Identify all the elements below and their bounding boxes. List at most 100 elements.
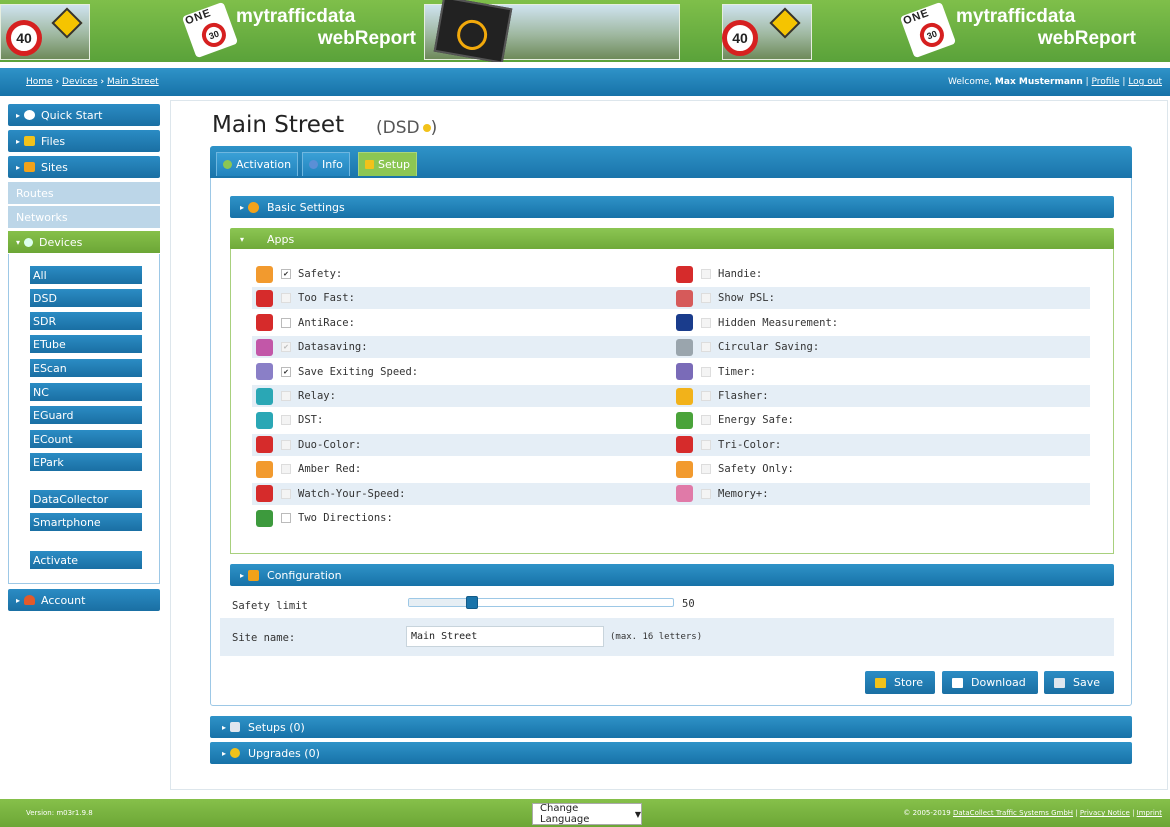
company-link[interactable]: DataCollect Traffic Systems GmbH bbox=[953, 809, 1073, 817]
zone-speed: 30 bbox=[916, 19, 948, 51]
brand-logo: mytrafficdata webReport bbox=[956, 6, 1136, 50]
store-button[interactable]: Store bbox=[865, 671, 935, 694]
device-filter-epark[interactable]: EPark bbox=[30, 453, 142, 471]
brand-line-2: webReport bbox=[1037, 28, 1136, 49]
tab-label: Info bbox=[322, 158, 343, 171]
device-filter-nc[interactable]: NC bbox=[30, 383, 142, 401]
basic-settings-header[interactable]: ▸ Basic Settings bbox=[230, 196, 1114, 218]
save-button[interactable]: Save bbox=[1044, 671, 1114, 694]
device-filter-etube[interactable]: ETube bbox=[30, 335, 142, 353]
sidebar-item-routes[interactable]: Routes bbox=[8, 182, 160, 204]
device-type: (DSD) bbox=[376, 118, 437, 138]
apps-row-stripe bbox=[252, 433, 1090, 456]
quick-start-icon bbox=[24, 110, 36, 120]
download-button[interactable]: Download bbox=[942, 671, 1038, 694]
sidebar-item-networks[interactable]: Networks bbox=[8, 206, 160, 228]
app-checkbox[interactable] bbox=[281, 513, 291, 523]
expand-arrow-icon: ▸ bbox=[16, 162, 21, 172]
slider-handle[interactable] bbox=[466, 596, 479, 609]
app-label: Watch-Your-Speed: bbox=[298, 487, 406, 500]
app-item: Memory+: bbox=[676, 484, 769, 504]
device-filter-all[interactable]: All bbox=[30, 266, 142, 284]
breadcrumb-separator: › bbox=[55, 77, 60, 87]
activate-button[interactable]: Activate bbox=[30, 551, 142, 569]
section-label: Setups (0) bbox=[248, 720, 305, 734]
tab-activation[interactable]: Activation bbox=[216, 152, 299, 176]
brand-line-1: mytrafficdata bbox=[236, 6, 356, 27]
tri-color-icon bbox=[676, 436, 693, 454]
device-filter-dsd[interactable]: DSD bbox=[30, 289, 142, 307]
device-filter-eguard[interactable]: EGuard bbox=[30, 406, 142, 424]
app-label: Energy Safe: bbox=[718, 414, 794, 427]
app-checkbox[interactable]: ✔ bbox=[281, 366, 291, 377]
check-circle-icon bbox=[223, 160, 232, 169]
tab-info[interactable]: Info bbox=[302, 152, 350, 176]
device-filter-escan[interactable]: EScan bbox=[30, 359, 142, 377]
app-checkbox bbox=[701, 342, 711, 353]
breadcrumb-current[interactable]: Main Street bbox=[107, 77, 159, 87]
language-select[interactable]: Change Language ▼ bbox=[532, 803, 642, 825]
sidebar-item-quick-start[interactable]: ▸ Quick Start bbox=[8, 104, 160, 126]
slider-fill bbox=[409, 599, 473, 606]
app-item: Duo-Color: bbox=[256, 435, 361, 455]
app-checkbox bbox=[701, 366, 711, 377]
profile-link[interactable]: Profile bbox=[1092, 77, 1120, 87]
imprint-link[interactable]: Imprint bbox=[1137, 809, 1162, 817]
privacy-link[interactable]: Privacy Notice bbox=[1080, 809, 1130, 817]
tab-setup[interactable]: Setup bbox=[358, 152, 418, 176]
app-item: Relay: bbox=[256, 386, 336, 406]
apps-row-stripe bbox=[252, 385, 1090, 407]
apps-icon bbox=[248, 234, 259, 245]
configuration-header[interactable]: ▸ Configuration bbox=[230, 564, 1114, 586]
apps-header[interactable]: ▾ Apps bbox=[230, 228, 1114, 250]
upgrades-header[interactable]: ▸ Upgrades (0) bbox=[210, 742, 1132, 764]
app-checkbox[interactable]: ✔ bbox=[281, 269, 291, 279]
timer-icon bbox=[676, 363, 693, 381]
speed-limit-value: 40 bbox=[16, 30, 32, 46]
copyright: © 2005-2019 DataCollect Traffic Systems … bbox=[903, 809, 1162, 817]
expand-arrow-icon: ▸ bbox=[16, 136, 21, 146]
app-checkbox[interactable] bbox=[281, 317, 291, 328]
brand-line-2: webReport bbox=[317, 28, 416, 49]
setups-header[interactable]: ▸ Setups (0) bbox=[210, 716, 1132, 738]
device-filter-sdr[interactable]: SDR bbox=[30, 312, 142, 330]
sidebar-item-sites[interactable]: ▸ Sites bbox=[8, 156, 160, 178]
breadcrumb-devices[interactable]: Devices bbox=[62, 77, 97, 87]
app-label: Flasher: bbox=[718, 390, 769, 402]
section-label: Basic Settings bbox=[267, 200, 345, 214]
link-separator: | bbox=[1122, 77, 1126, 87]
app-item: Amber Red: bbox=[256, 459, 361, 479]
app-checkbox bbox=[281, 391, 291, 401]
site-name-input[interactable]: Main Street bbox=[406, 626, 604, 647]
app-item: Show PSL: bbox=[676, 288, 775, 308]
sidebar-item-devices[interactable]: ▾ Devices bbox=[8, 231, 160, 253]
app-label: Safety Only: bbox=[718, 463, 794, 476]
speed-display-icon bbox=[433, 0, 513, 62]
device-filter-ecount[interactable]: ECount bbox=[30, 430, 142, 448]
sidebar-item-account[interactable]: ▸ Account bbox=[8, 589, 160, 611]
breadcrumb-home[interactable]: Home bbox=[26, 77, 53, 87]
circular-saving-icon bbox=[676, 338, 693, 356]
brand-line-1: mytrafficdata bbox=[956, 6, 1076, 27]
sidebar-item-files[interactable]: ▸ Files bbox=[8, 130, 160, 152]
status-dot-icon bbox=[422, 124, 431, 132]
safety-limit-slider[interactable] bbox=[408, 596, 674, 609]
device-filter-smartphone[interactable]: Smartphone bbox=[30, 513, 142, 531]
device-filter-label: All bbox=[33, 268, 47, 282]
logout-link[interactable]: Log out bbox=[1128, 77, 1162, 87]
site-name-label: Site name: bbox=[232, 632, 296, 644]
app-item: Watch-Your-Speed: bbox=[256, 484, 405, 504]
app-item: Too Fast: bbox=[256, 288, 355, 308]
app-item: ✔ Datasaving: bbox=[256, 337, 368, 357]
device-filter-datacollector[interactable]: DataCollector bbox=[30, 490, 142, 508]
welcome-area: Welcome, Max Mustermann | Profile | Log … bbox=[948, 77, 1162, 87]
tab-label: Setup bbox=[378, 158, 411, 171]
link-separator: | bbox=[1075, 809, 1078, 817]
app-label: AntiRace: bbox=[298, 316, 355, 329]
datasaving-icon bbox=[256, 338, 273, 356]
relay-icon bbox=[256, 387, 273, 405]
tab-label: Activation bbox=[236, 158, 292, 171]
app-label: Handie: bbox=[718, 268, 763, 280]
app-label: Hidden Measurement: bbox=[718, 316, 839, 329]
save-exiting-speed-icon bbox=[256, 363, 273, 381]
